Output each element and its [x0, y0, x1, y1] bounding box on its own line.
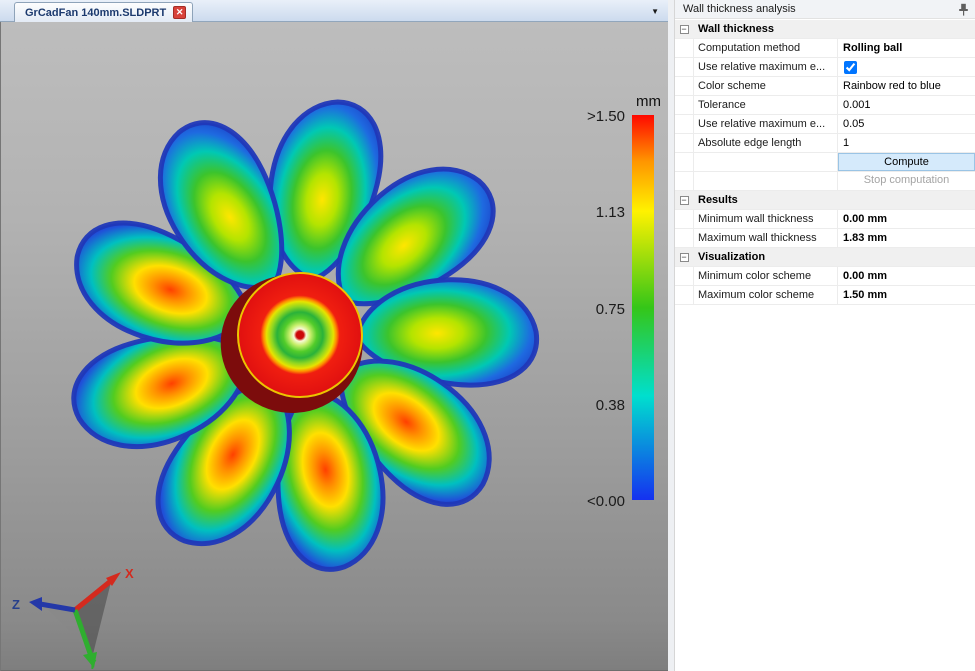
property-value[interactable]: Rainbow red to blue [838, 77, 975, 95]
stop-computation-button[interactable]: Stop computation [838, 172, 975, 190]
property-row: Minimum color scheme 0.00 mm [675, 267, 975, 286]
group-header-visualization[interactable]: − Visualization [675, 248, 975, 267]
collapse-icon[interactable]: − [679, 195, 689, 205]
button-row: Compute [675, 153, 975, 172]
property-name: Use relative maximum e... [694, 115, 838, 133]
button-row: Stop computation [675, 172, 975, 191]
scale-unit-label: mm [636, 93, 661, 110]
property-name: Minimum color scheme [694, 267, 838, 285]
property-value[interactable]: 1.83 mm [838, 229, 975, 247]
scale-label: 1.13 [595, 204, 625, 222]
property-value[interactable]: 1 [838, 134, 975, 152]
collapse-icon[interactable]: − [679, 252, 689, 262]
property-name: Maximum wall thickness [694, 229, 838, 247]
row-gutter [675, 153, 694, 171]
row-gutter [675, 96, 694, 114]
property-row: Maximum color scheme 1.50 mm [675, 286, 975, 305]
empty-cell [694, 153, 838, 171]
property-name: Minimum wall thickness [694, 210, 838, 228]
row-gutter [675, 134, 694, 152]
row-gutter [675, 210, 694, 228]
panel-title: Wall thickness analysis [683, 3, 796, 15]
group-label: Results [698, 194, 738, 206]
empty-cell [694, 172, 838, 190]
property-value [838, 58, 975, 76]
property-row: Maximum wall thickness 1.83 mm [675, 229, 975, 248]
orientation-axes-widget[interactable]: X Y Z [12, 566, 134, 671]
axes-plane [75, 578, 112, 654]
collapse-icon[interactable]: − [679, 24, 689, 34]
row-gutter [675, 39, 694, 57]
property-value[interactable]: 1.50 mm [838, 286, 975, 304]
scale-label: 0.75 [595, 300, 625, 318]
property-row: Minimum wall thickness 0.00 mm [675, 210, 975, 229]
document-tab-bar: GrCadFan 140mm.SLDPRT ✕ ▼ [0, 0, 668, 22]
group-label: Wall thickness [698, 23, 775, 35]
property-row: Use relative maximum e... [675, 58, 975, 77]
row-gutter [675, 172, 694, 190]
property-row: Computation method Rolling ball [675, 39, 975, 58]
pin-icon[interactable] [958, 3, 969, 16]
property-row: Color scheme Rainbow red to blue [675, 77, 975, 96]
fan-model[interactable] [27, 67, 573, 607]
group-gutter: − [675, 20, 694, 38]
row-gutter [675, 229, 694, 247]
group-gutter: − [675, 248, 694, 266]
color-scale-bar [632, 115, 654, 500]
group-header-wall-thickness[interactable]: − Wall thickness [675, 20, 975, 39]
property-name: Tolerance [694, 96, 838, 114]
property-value[interactable]: 0.00 mm [838, 210, 975, 228]
property-row: Use relative maximum e... 0.05 [675, 115, 975, 134]
z-axis-label: Z [12, 597, 20, 612]
checkbox[interactable] [844, 60, 857, 74]
row-gutter [675, 115, 694, 133]
property-name: Computation method [694, 39, 838, 57]
property-value[interactable]: 0.001 [838, 96, 975, 114]
viewport-3d[interactable]: X Y Z mm >1.50 1.13 0.75 0.38 <0.00 [0, 22, 668, 671]
row-gutter [675, 58, 694, 76]
tab-list-dropdown-icon[interactable]: ▼ [651, 7, 659, 16]
property-name: Use relative maximum e... [694, 58, 838, 76]
property-grid: − Wall thickness Computation method Rolling… [675, 20, 975, 305]
property-row: Absolute edge length 1 [675, 134, 975, 153]
scale-label: 0.38 [595, 396, 625, 414]
row-gutter [675, 77, 694, 95]
z-axis-arrowhead [29, 597, 42, 611]
wall-thickness-panel: Wall thickness analysis − Wall thickness C… [674, 0, 975, 671]
x-axis-label: X [125, 566, 134, 581]
scale-label: <0.00 [587, 493, 625, 510]
row-gutter [675, 267, 694, 285]
scale-label: >1.50 [587, 108, 625, 125]
panel-header: Wall thickness analysis [675, 0, 975, 19]
group-label: Visualization [698, 251, 766, 263]
close-icon[interactable]: ✕ [173, 6, 187, 19]
z-axis-arrow [39, 601, 76, 613]
property-name: Absolute edge length [694, 134, 838, 152]
property-name: Maximum color scheme [694, 286, 838, 304]
group-header-results[interactable]: − Results [675, 191, 975, 210]
y-axis-label: Y [88, 657, 97, 671]
application-window: GrCadFan 140mm.SLDPRT ✕ ▼ X Y Z mm >1.50… [0, 0, 975, 671]
document-area: GrCadFan 140mm.SLDPRT ✕ ▼ X Y Z mm >1.50… [0, 0, 668, 671]
property-value[interactable]: Rolling ball [838, 39, 975, 57]
row-gutter [675, 286, 694, 304]
group-gutter: − [675, 191, 694, 209]
compute-button[interactable]: Compute [838, 153, 975, 171]
property-value[interactable]: 0.00 mm [838, 267, 975, 285]
property-row: Tolerance 0.001 [675, 96, 975, 115]
document-tab[interactable]: GrCadFan 140mm.SLDPRT ✕ [14, 2, 194, 22]
property-name: Color scheme [694, 77, 838, 95]
document-tab-title: GrCadFan 140mm.SLDPRT [25, 6, 167, 19]
property-value[interactable]: 0.05 [838, 115, 975, 133]
